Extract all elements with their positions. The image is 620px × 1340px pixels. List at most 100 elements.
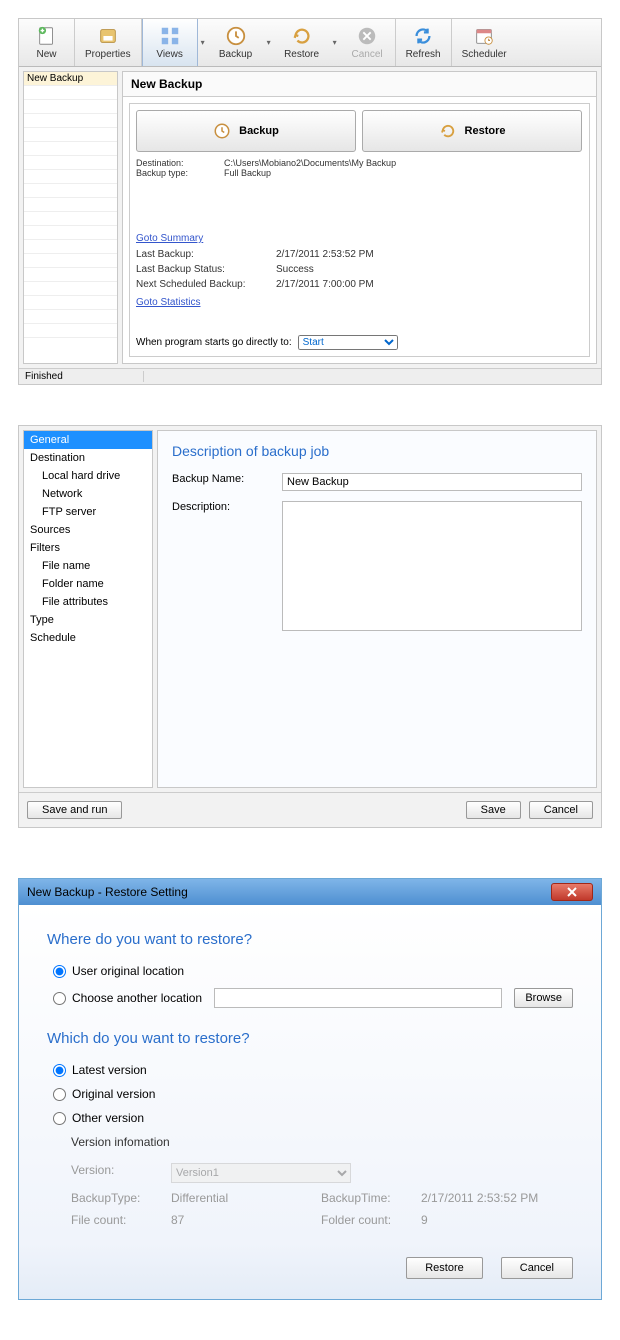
nav-folder-name[interactable]: Folder name: [24, 575, 152, 593]
original-location-radio[interactable]: [53, 965, 66, 978]
backup-icon: [225, 25, 247, 47]
restore-cancel-button[interactable]: Cancel: [501, 1257, 573, 1279]
list-row: [24, 156, 117, 170]
save-and-run-button[interactable]: Save and run: [27, 801, 122, 819]
restore-icon: [291, 25, 313, 47]
last-status-value: Success: [276, 264, 314, 275]
list-row: [24, 296, 117, 310]
restore-label: Restore: [284, 49, 319, 60]
big-backup-label: Backup: [239, 125, 279, 137]
scheduler-label: Scheduler: [462, 49, 507, 60]
refresh-icon: [412, 25, 434, 47]
original-version-radio[interactable]: [53, 1088, 66, 1101]
nav-file-attributes[interactable]: File attributes: [24, 593, 152, 611]
nav-filters[interactable]: Filters: [24, 539, 152, 557]
original-location-label: User original location: [72, 964, 184, 978]
nav-type[interactable]: Type: [24, 611, 152, 629]
settings-window: General Destination Local hard drive Net…: [18, 425, 602, 828]
nav-general[interactable]: General: [24, 431, 152, 449]
properties-icon: [97, 25, 119, 47]
type-label: Backup type:: [136, 168, 224, 178]
backup-type-value: Differential: [171, 1191, 321, 1205]
scheduler-button[interactable]: Scheduler: [452, 19, 517, 66]
which-heading: Which do you want to restore?: [47, 1030, 573, 1047]
restore-dropdown[interactable]: ▾: [330, 19, 340, 66]
dest-label: Destination:: [136, 158, 224, 168]
big-backup-button[interactable]: Backup: [136, 110, 356, 152]
list-row: [24, 226, 117, 240]
close-button[interactable]: [551, 883, 593, 901]
settings-heading: Description of backup job: [172, 443, 582, 459]
backup-name-input[interactable]: [282, 473, 582, 491]
list-row: [24, 310, 117, 324]
original-version-label: Original version: [72, 1087, 155, 1101]
list-row: [24, 198, 117, 212]
latest-version-radio[interactable]: [53, 1064, 66, 1077]
save-button[interactable]: Save: [466, 801, 521, 819]
properties-button[interactable]: Properties: [75, 19, 142, 66]
big-restore-button[interactable]: Restore: [362, 110, 582, 152]
description-input[interactable]: [282, 501, 582, 631]
latest-version-label: Latest version: [72, 1063, 147, 1077]
backup-time-value: 2/17/2011 2:53:52 PM: [421, 1191, 571, 1205]
nav-sources[interactable]: Sources: [24, 521, 152, 539]
version-label: Version:: [71, 1163, 171, 1183]
properties-label: Properties: [85, 49, 131, 60]
nav-network[interactable]: Network: [24, 485, 152, 503]
backup-time-label: BackupTime:: [321, 1191, 421, 1205]
nav-file-name[interactable]: File name: [24, 557, 152, 575]
list-row: [24, 100, 117, 114]
status-left: Finished: [25, 371, 63, 382]
cancel-button: Cancel: [340, 19, 396, 66]
backup-name-label: Backup Name:: [172, 473, 282, 491]
goto-summary-link[interactable]: Goto Summary: [136, 230, 203, 247]
restore-confirm-button[interactable]: Restore: [406, 1257, 483, 1279]
nav-local-hard-drive[interactable]: Local hard drive: [24, 467, 152, 485]
views-button[interactable]: Views: [142, 19, 198, 66]
next-backup-value: 2/17/2011 7:00:00 PM: [276, 279, 374, 290]
new-icon: [36, 25, 58, 47]
views-dropdown[interactable]: ▾: [198, 19, 208, 66]
settings-content: Description of backup job Backup Name: D…: [157, 430, 597, 788]
list-row: [24, 268, 117, 282]
dest-value: C:\Users\Mobiano2\Documents\My Backup: [224, 158, 396, 168]
close-icon: [566, 887, 578, 897]
toolbar: New Properties Views ▾ Backup ▾ Restore …: [19, 19, 601, 67]
folder-count-value: 9: [421, 1213, 571, 1227]
main-window: New Properties Views ▾ Backup ▾ Restore …: [18, 18, 602, 385]
start-select[interactable]: Start: [298, 335, 398, 350]
backup-list-item-label: New Backup: [27, 73, 83, 84]
list-row: [24, 254, 117, 268]
browse-button[interactable]: Browse: [514, 988, 573, 1008]
location-path-input[interactable]: [214, 988, 502, 1008]
list-row: [24, 86, 117, 100]
list-row: [24, 324, 117, 338]
refresh-label: Refresh: [406, 49, 441, 60]
nav-schedule[interactable]: Schedule: [24, 629, 152, 647]
choose-location-radio[interactable]: [53, 992, 66, 1005]
restore-dialog: New Backup - Restore Setting Where do yo…: [18, 878, 602, 1300]
other-version-radio[interactable]: [53, 1112, 66, 1125]
backup-list-item[interactable]: New Backup: [24, 72, 117, 86]
dialog-titlebar: New Backup - Restore Setting: [19, 879, 601, 905]
goto-statistics-link[interactable]: Goto Statistics: [136, 294, 200, 311]
nav-destination[interactable]: Destination: [24, 449, 152, 467]
clock-icon: [213, 122, 231, 140]
big-restore-label: Restore: [465, 125, 506, 137]
backup-button[interactable]: Backup: [208, 19, 264, 66]
nav-ftp-server[interactable]: FTP server: [24, 503, 152, 521]
restore-button[interactable]: Restore: [274, 19, 330, 66]
settings-nav: General Destination Local hard drive Net…: [23, 430, 153, 788]
refresh-button[interactable]: Refresh: [396, 19, 452, 66]
list-row: [24, 282, 117, 296]
version-select: Version1: [171, 1163, 351, 1183]
new-button[interactable]: New: [19, 19, 75, 66]
views-label: Views: [156, 49, 183, 60]
folder-count-label: Folder count:: [321, 1213, 421, 1227]
last-backup-label: Last Backup:: [136, 249, 276, 260]
backup-dropdown[interactable]: ▾: [264, 19, 274, 66]
list-row: [24, 114, 117, 128]
main-panel: New Backup Backup Restore Destination:C:…: [122, 71, 597, 364]
file-count-value: 87: [171, 1213, 321, 1227]
cancel-button[interactable]: Cancel: [529, 801, 593, 819]
